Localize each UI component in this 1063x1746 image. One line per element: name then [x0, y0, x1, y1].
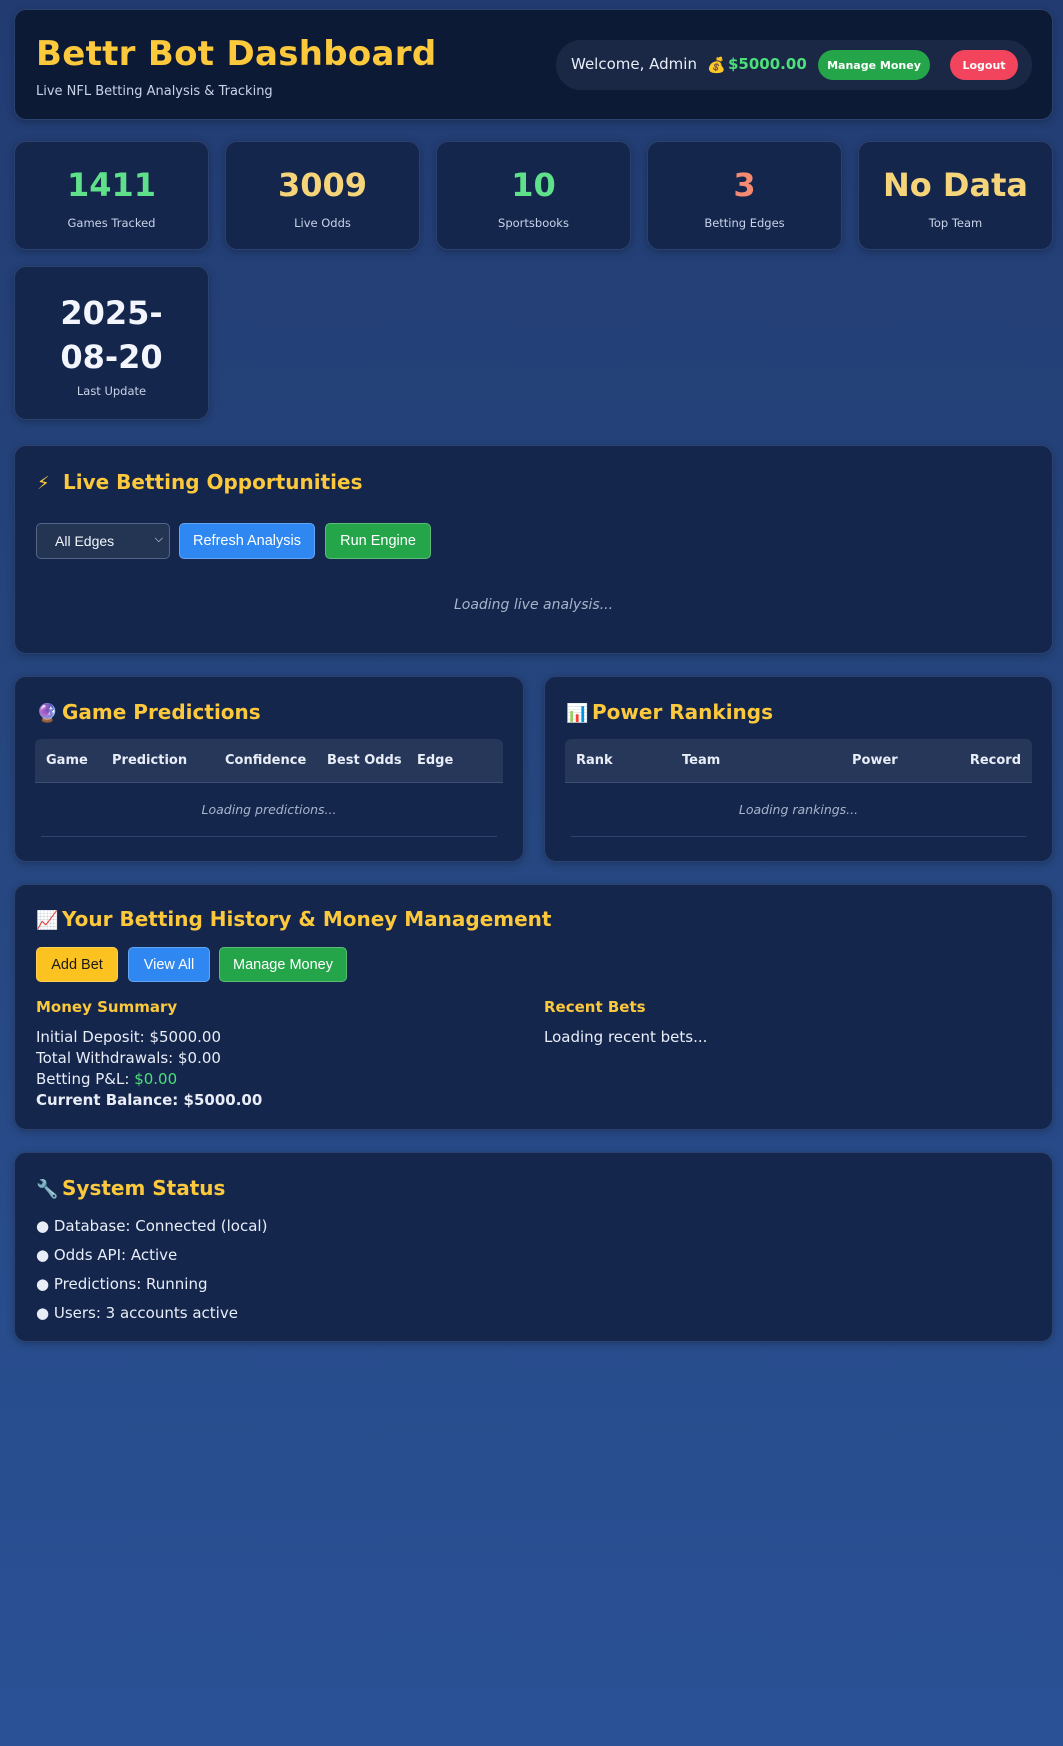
column-header: Record — [969, 753, 1021, 768]
section-title: 📈 Your Betting History & Money Management — [36, 907, 551, 931]
money-bag-icon: 💰 — [707, 56, 726, 74]
crystal-ball-icon: 🔮 — [36, 703, 59, 724]
section-title: ⚡ Live Betting Opportunities — [37, 470, 362, 494]
live-loading-text: Loading live analysis... — [453, 597, 614, 613]
betting-pnl-value: $0.00 — [134, 1070, 178, 1088]
stat-label: Games Tracked — [67, 216, 156, 230]
add-bet-button[interactable]: Add Bet — [36, 947, 118, 982]
money-summary-heading: Money Summary — [36, 998, 178, 1016]
stat-card-last-update: 2025-08-20 Last Update — [14, 266, 209, 420]
betting-history-panel: 📈 Your Betting History & Money Management… — [14, 884, 1053, 1130]
section-title: 🔧 System Status — [36, 1176, 225, 1200]
dashboard-header: Bettr Bot Dashboard Live NFL Betting Ana… — [14, 9, 1053, 120]
column-header: Confidence — [225, 753, 307, 768]
stat-value: 2025-08-20 — [15, 291, 208, 379]
page-subtitle: Live NFL Betting Analysis & Tracking — [36, 84, 273, 99]
manage-money-button[interactable]: Manage Money — [219, 947, 347, 982]
manage-money-header-button[interactable]: Manage Money — [818, 50, 930, 80]
table-header: Rank Team Power Record — [565, 739, 1032, 783]
user-bar: Welcome, Admin 💰 $5000.00 Manage Money L… — [556, 40, 1032, 90]
status-item-odds-api: ● Odds API: Active — [36, 1246, 178, 1264]
edge-filter-select[interactable]: All Edges ⌵ — [36, 523, 170, 559]
live-opportunities-panel: ⚡ Live Betting Opportunities All Edges ⌵ … — [14, 445, 1053, 654]
refresh-analysis-button[interactable]: Refresh Analysis — [179, 523, 315, 559]
section-title-text: Game Predictions — [62, 700, 261, 724]
stat-value: 1411 — [66, 166, 157, 204]
stat-label: Last Update — [76, 384, 147, 398]
status-item-database: ● Database: Connected (local) — [36, 1217, 268, 1235]
recent-bets-loading-text: Loading recent bets... — [544, 1028, 708, 1046]
stat-value: 3009 — [277, 166, 368, 204]
trend-up-icon: 📈 — [36, 910, 59, 931]
stat-label: Sportsbooks — [498, 216, 569, 230]
stat-card-edges: 3 Betting Edges — [647, 141, 842, 250]
betting-pnl-label: Betting P&L: — [36, 1070, 130, 1088]
section-title-text: Live Betting Opportunities — [63, 470, 363, 494]
total-withdrawals: Total Withdrawals: $0.00 — [36, 1049, 221, 1067]
game-predictions-panel: 🔮 Game Predictions Game Prediction Confid… — [14, 676, 524, 862]
stat-value: 10 — [511, 166, 556, 204]
status-item-users: ● Users: 3 accounts active — [36, 1304, 238, 1322]
balance-amount: $5000.00 — [728, 55, 807, 73]
wrench-icon: 🔧 — [36, 1179, 59, 1200]
section-title-text: Power Rankings — [592, 700, 774, 724]
logout-button[interactable]: Logout — [950, 50, 1018, 80]
stat-card-top-team: No Data Top Team — [858, 141, 1053, 250]
lightning-icon: ⚡ — [37, 473, 50, 494]
column-header: Power — [852, 753, 898, 768]
column-header: Best Odds — [327, 753, 402, 768]
predictions-loading-text: Loading predictions... — [201, 802, 337, 817]
power-rankings-panel: 📊 Power Rankings Rank Team Power Record L… — [544, 676, 1053, 862]
initial-deposit: Initial Deposit: $5000.00 — [36, 1028, 222, 1046]
stat-label: Live Odds — [294, 216, 351, 230]
page-title: Bettr Bot Dashboard — [36, 34, 437, 74]
rankings-loading-text: Loading rankings... — [738, 802, 859, 817]
column-header: Edge — [417, 753, 454, 768]
stat-value: 3 — [733, 166, 756, 204]
welcome-text: Welcome, Admin — [571, 55, 697, 73]
recent-bets-heading: Recent Bets — [544, 998, 646, 1016]
column-header: Prediction — [112, 753, 188, 768]
betting-pnl: Betting P&L: $0.00 — [36, 1070, 177, 1088]
system-status-panel: 🔧 System Status ● Database: Connected (lo… — [14, 1152, 1053, 1342]
table-row: Loading rankings... — [571, 783, 1026, 837]
stat-label: Betting Edges — [704, 216, 785, 230]
section-title: 🔮 Game Predictions — [36, 700, 261, 724]
stat-card-games: 1411 Games Tracked — [14, 141, 209, 250]
stat-value: No Data — [883, 166, 1028, 204]
stat-card-sportsbooks: 10 Sportsbooks — [436, 141, 631, 250]
column-header: Game — [46, 753, 88, 768]
edge-filter-value: All Edges — [55, 533, 115, 549]
stat-label: Top Team — [928, 216, 983, 230]
last-update-date: 2025-08-20 — [60, 294, 163, 376]
bar-chart-icon: 📊 — [566, 703, 589, 724]
section-title: 📊 Power Rankings — [566, 700, 773, 724]
column-header: Rank — [576, 753, 613, 768]
view-all-button[interactable]: View All — [128, 947, 210, 982]
chevron-down-icon: ⌵ — [154, 533, 163, 545]
run-engine-button[interactable]: Run Engine — [325, 523, 431, 559]
section-title-text: System Status — [62, 1176, 226, 1200]
stat-card-odds: 3009 Live Odds — [225, 141, 420, 250]
column-header: Team — [682, 753, 721, 768]
table-row: Loading predictions... — [41, 783, 497, 837]
status-item-predictions: ● Predictions: Running — [36, 1275, 208, 1293]
current-balance: Current Balance: $5000.00 — [36, 1091, 263, 1109]
section-title-text: Your Betting History & Money Management — [62, 907, 552, 931]
table-header: Game Prediction Confidence Best Odds Edg… — [35, 739, 503, 783]
